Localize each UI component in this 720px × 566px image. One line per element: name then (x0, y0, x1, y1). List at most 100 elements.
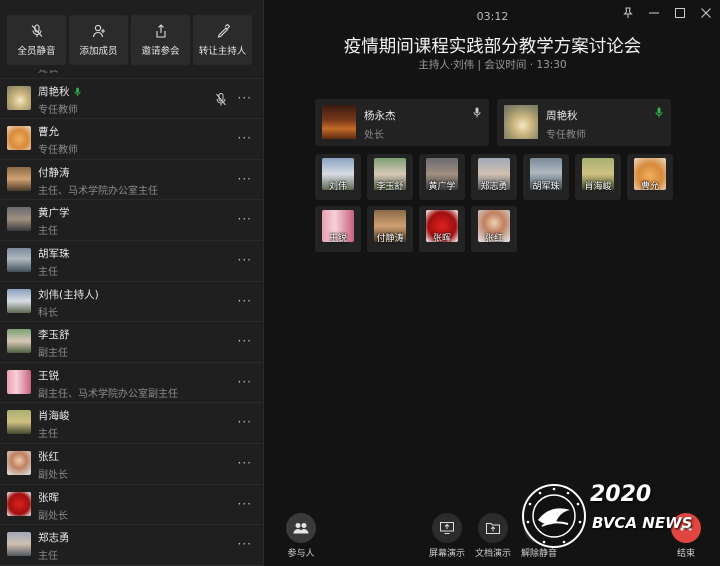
participant-tile-name: 张红 (484, 234, 503, 244)
member-name-text: 黄广学 (38, 207, 70, 220)
featured-speaker-title: 处长 (364, 130, 384, 141)
maximize-icon[interactable] (674, 4, 686, 18)
featured-speaker-card[interactable]: 周艳秋 专任教师 (497, 99, 671, 146)
avatar (7, 207, 31, 232)
pen-icon (217, 23, 230, 38)
participant-tile[interactable]: 黄广学 (419, 154, 465, 200)
bvca-seal-logo (522, 484, 586, 548)
avatar (7, 126, 31, 151)
member-row[interactable]: 王锐副主任、马术学院办公室副主任 ··· (0, 363, 263, 404)
more-options-icon[interactable]: ··· (238, 294, 252, 308)
member-name: 王锐 (38, 368, 59, 383)
member-title: 科长 (38, 307, 58, 319)
add-member-button[interactable]: 添加成员 (69, 15, 128, 65)
screen-share-icon (440, 522, 454, 534)
transfer-host-button[interactable]: 转让主持人 (193, 15, 252, 65)
featured-speaker-card[interactable]: 杨永杰 处长 (315, 99, 489, 146)
more-options-icon[interactable]: ··· (238, 497, 252, 511)
member-title: 专任教师 (38, 104, 78, 116)
member-row[interactable]: 刘伟(主持人) 科长 ··· (0, 282, 263, 323)
mute-member-icon[interactable] (216, 91, 226, 110)
member-name: 肖海峻 (38, 408, 70, 423)
member-title: 主任 (38, 266, 58, 278)
watermark-news: BVCA NEWS (592, 514, 693, 532)
participant-tile-name: 王锐 (328, 234, 347, 244)
member-name-text: 张红 (38, 450, 59, 463)
participant-tile[interactable]: 刘伟 (315, 154, 361, 200)
member-name: 付静涛 (38, 165, 70, 180)
participant-tile[interactable]: 肖海峻 (575, 154, 621, 200)
member-name-text: 郑志勇 (38, 532, 70, 545)
more-options-icon[interactable]: ··· (238, 375, 252, 389)
window-controls (622, 4, 712, 18)
member-row[interactable]: 付静涛 主任、马术学院办公室主任 ··· (0, 160, 263, 201)
participants-button[interactable]: 参与人 (273, 513, 329, 559)
member-row[interactable]: 李玉舒副主任 ··· (0, 322, 263, 363)
more-options-icon[interactable]: ··· (238, 91, 252, 105)
more-options-icon[interactable]: ··· (238, 537, 252, 551)
member-row[interactable]: 黄广学主任 ··· (0, 200, 263, 241)
participant-tile[interactable]: 曹允 (627, 154, 673, 200)
member-name-text: 李玉舒 (38, 329, 70, 342)
member-row[interactable]: 胡军珠 主任 ··· (0, 241, 263, 282)
member-title: 专任教师 (38, 145, 78, 157)
more-options-icon[interactable]: ··· (238, 334, 252, 348)
participant-tile[interactable]: 张晖 (419, 206, 465, 252)
participant-tile[interactable]: 胡军珠 (523, 154, 569, 200)
member-name: 黄广学 (38, 205, 70, 220)
member-title: 副处长 (38, 469, 68, 481)
participant-tile[interactable]: 李玉舒 (367, 154, 413, 200)
avatar (7, 85, 31, 110)
minimize-icon[interactable] (648, 4, 660, 16)
member-title: 副处长 (38, 510, 68, 522)
more-options-icon[interactable]: ··· (238, 415, 252, 429)
member-title: 副主任 (38, 348, 68, 360)
member-name: 郑志勇 (38, 530, 70, 545)
member-name: 张晖 (38, 490, 59, 505)
participant-tile-name: 张晖 (432, 234, 451, 244)
participant-tile[interactable]: 付静涛 (367, 206, 413, 252)
participant-tile[interactable]: 郑志勇 (471, 154, 517, 200)
more-options-icon[interactable]: ··· (238, 253, 252, 267)
member-row[interactable]: 张红副处长 ··· (0, 444, 263, 485)
participant-tile-name: 曹允 (640, 182, 659, 192)
featured-speaker-name: 周艳秋 (546, 110, 578, 122)
member-name-text: 刘伟(主持人) (38, 288, 99, 301)
mic-speaking-icon (73, 87, 81, 96)
more-options-icon[interactable]: ··· (238, 131, 252, 145)
pin-icon[interactable] (622, 4, 634, 18)
participant-tile[interactable]: 张红 (471, 206, 517, 252)
more-options-icon[interactable]: ··· (238, 212, 252, 226)
member-name-text: 付静涛 (38, 166, 70, 179)
member-row[interactable]: 周艳秋专任教师 ··· (0, 79, 263, 120)
mute-all-label: 全员静音 (17, 45, 56, 57)
member-name: 周艳秋 (38, 84, 81, 99)
participant-tile-name: 李玉舒 (376, 182, 404, 192)
member-row[interactable]: 张晖副处长 ··· (0, 485, 263, 526)
member-title: 副主任、马术学院办公室副主任 (38, 388, 178, 400)
invite-label: 邀请参会 (141, 45, 180, 57)
member-title: 主任 (38, 226, 58, 238)
mic-speaking-icon (655, 107, 663, 118)
mute-all-button[interactable]: 全员静音 (7, 15, 66, 65)
more-options-icon[interactable]: ··· (238, 456, 252, 470)
participant-tile[interactable]: 王锐 (315, 206, 361, 252)
member-row[interactable]: 郑志勇主任 ··· (0, 525, 263, 566)
member-name-text: 肖海峻 (38, 410, 70, 423)
avatar (7, 166, 31, 191)
avatar (7, 247, 31, 272)
share-icon (155, 23, 166, 38)
mute-all-icon (31, 23, 42, 37)
participant-tile-name: 刘伟 (328, 182, 347, 192)
avatar (7, 410, 31, 435)
more-options-icon[interactable]: ··· (238, 172, 252, 186)
member-name: 李玉舒 (38, 327, 70, 342)
close-icon[interactable] (700, 4, 712, 18)
bvca-watermark: 2020 BVCA NEWS (520, 476, 710, 556)
member-title: 主任 (38, 551, 58, 563)
member-row[interactable]: 曹允 专任教师 ··· (0, 119, 263, 160)
member-row[interactable]: 肖海峻 主任 ··· (0, 403, 263, 444)
watermark-year: 2020 (590, 482, 652, 507)
avatar (7, 369, 31, 394)
invite-button[interactable]: 邀请参会 (131, 15, 190, 65)
